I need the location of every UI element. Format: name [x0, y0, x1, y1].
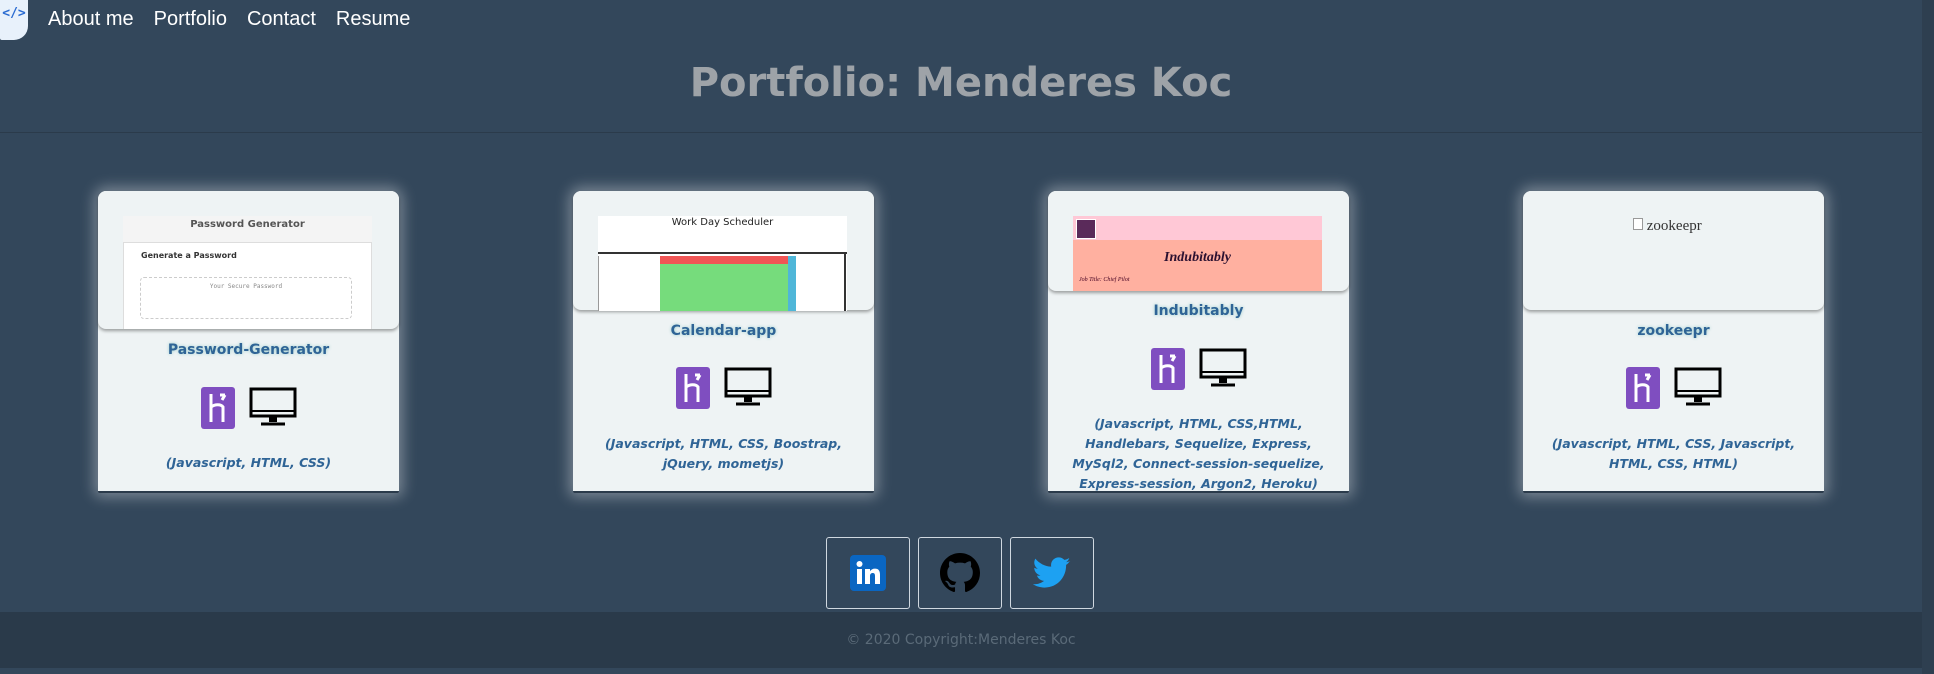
- project-links: [98, 387, 399, 429]
- thumbnail-heading: Password Generator: [190, 219, 305, 230]
- project-thumbnail-area[interactable]: Password Generator Generate a Password Y…: [98, 191, 399, 329]
- header: Portfolio: Menderes Koc: [0, 0, 1922, 133]
- project-thumbnail-area[interactable]: Indubitably Job Title: Chief Pilot: [1048, 191, 1349, 291]
- project-thumbnail-area[interactable]: zookeepr: [1523, 191, 1824, 310]
- project-tech-stack: (Javascript, HTML, CSS, Javascript, HTML…: [1551, 436, 1796, 471]
- project-links: [573, 367, 874, 409]
- broken-image: zookeepr: [1633, 218, 1702, 235]
- linkedin-button[interactable]: [826, 537, 910, 609]
- project-card-password-generator: Password Generator Generate a Password Y…: [98, 191, 399, 493]
- monitor-icon[interactable]: [249, 387, 297, 429]
- project-links: [1523, 367, 1824, 409]
- monitor-icon[interactable]: [1674, 367, 1722, 409]
- twitter-icon: [1033, 557, 1071, 588]
- project-tech-stack: (Javascript, HTML, CSS, Boostrap, jQuery…: [605, 436, 842, 471]
- thumbnail-save-column: [788, 256, 796, 311]
- monitor-icon[interactable]: [724, 367, 772, 409]
- thumbnail-panel: Generate a Password Your Secure Password: [123, 242, 372, 329]
- monitor-icon[interactable]: [1199, 348, 1247, 390]
- project-links: [1048, 348, 1349, 390]
- thumbnail-heading: Work Day Scheduler: [671, 217, 774, 228]
- heroku-icon[interactable]: [200, 387, 235, 429]
- footer: © 2020 Copyright:Menderes Koc: [0, 612, 1922, 668]
- project-card-indubitably: Indubitably Job Title: Chief Pilot Indub…: [1048, 191, 1349, 493]
- project-card-zookeepr: zookeepr zookeepr (Javascript, HTML, CSS…: [1523, 191, 1824, 493]
- thumbnail-placeholder: Your Secure Password: [140, 277, 352, 319]
- thumbnail-subheading: Job Title: Chief Pilot: [1079, 277, 1130, 283]
- heroku-icon[interactable]: [675, 367, 710, 409]
- project-name[interactable]: Calendar-app: [573, 323, 874, 339]
- thumbnail-logo: [1076, 219, 1096, 239]
- thumbnail-future-rows: [660, 264, 788, 311]
- thumbnail-navbar: [1073, 216, 1322, 240]
- github-icon: [940, 553, 980, 593]
- image-alt-text: zookeepr: [1646, 218, 1702, 234]
- project-card-calendar-app: Work Day Scheduler Calendar-app (Javascr…: [573, 191, 874, 493]
- project-tech-stack: (Javascript, HTML, CSS): [165, 455, 332, 470]
- project-screenshot: Password Generator Generate a Password Y…: [123, 216, 372, 329]
- project-screenshot: Indubitably Job Title: Chief Pilot: [1073, 216, 1322, 291]
- broken-image-icon: [1633, 218, 1643, 230]
- project-name[interactable]: zookeepr: [1523, 323, 1824, 339]
- thumbnail-subheading: Generate a Password: [141, 251, 237, 260]
- thumbnail-heading: Indubitably: [1164, 250, 1231, 265]
- twitter-button[interactable]: [1010, 537, 1094, 609]
- thumbnail-past-row: [660, 256, 788, 264]
- heroku-icon[interactable]: [1150, 348, 1185, 390]
- project-name[interactable]: Indubitably: [1048, 303, 1349, 319]
- copyright-text: © 2020 Copyright:Menderes Koc: [846, 632, 1076, 648]
- project-name[interactable]: Password-Generator: [98, 342, 399, 358]
- thumbnail-divider: [598, 252, 847, 254]
- project-thumbnail-area[interactable]: Work Day Scheduler: [573, 191, 874, 311]
- project-tech-stack: (Javascript, HTML, CSS,HTML, Handlebars,…: [1072, 416, 1325, 491]
- linkedin-icon: [850, 555, 886, 591]
- page-title: Portfolio: Menderes Koc: [689, 60, 1233, 106]
- project-screenshot: Work Day Scheduler: [598, 216, 847, 311]
- github-button[interactable]: [918, 537, 1002, 609]
- page-scrollbar[interactable]: [1922, 0, 1934, 674]
- heroku-icon[interactable]: [1625, 367, 1660, 409]
